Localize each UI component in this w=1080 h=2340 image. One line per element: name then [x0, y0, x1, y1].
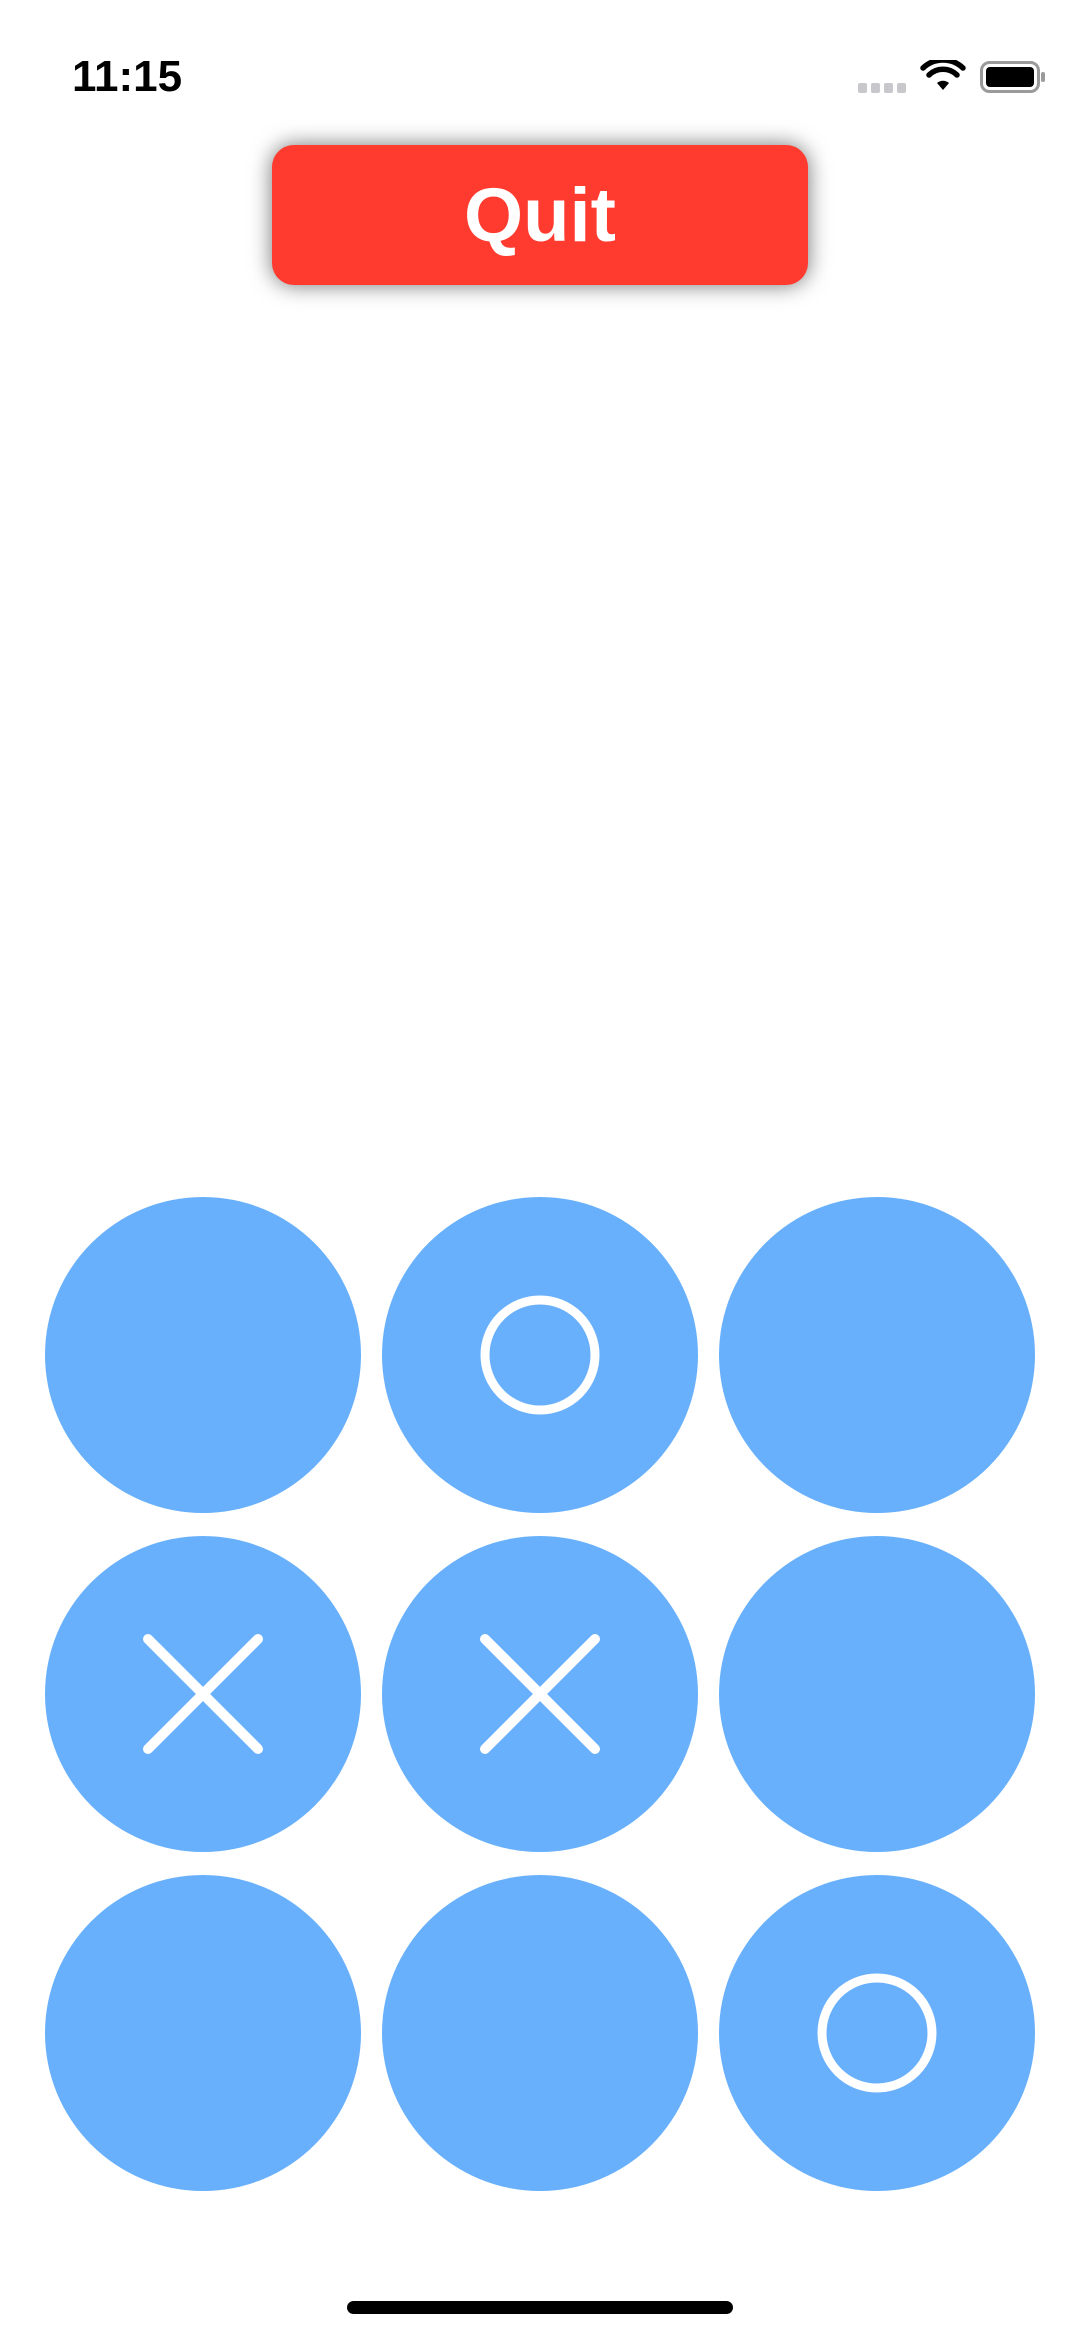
game-board: [45, 1197, 1035, 2197]
wifi-icon: [920, 60, 966, 90]
battery-icon: [980, 61, 1045, 93]
board-cell-9[interactable]: [719, 1875, 1035, 2191]
board-cell-1[interactable]: [45, 1197, 361, 1513]
x-mark-icon: [480, 1634, 600, 1754]
screen: 11:15 Quit: [0, 0, 1080, 2340]
home-indicator[interactable]: [347, 2301, 733, 2314]
o-mark-icon: [817, 1973, 937, 2093]
status-time: 11:15: [72, 52, 183, 101]
board-cell-6[interactable]: [719, 1536, 1035, 1852]
quit-button[interactable]: Quit: [272, 145, 808, 285]
board-cell-5[interactable]: [382, 1536, 698, 1852]
cellular-signal-icon: [858, 83, 906, 93]
board-cell-8[interactable]: [382, 1875, 698, 2191]
board-cell-3[interactable]: [719, 1197, 1035, 1513]
board-cell-2[interactable]: [382, 1197, 698, 1513]
board-cell-7[interactable]: [45, 1875, 361, 2191]
x-mark-icon: [143, 1634, 263, 1754]
board-cell-4[interactable]: [45, 1536, 361, 1852]
o-mark-icon: [480, 1295, 600, 1415]
